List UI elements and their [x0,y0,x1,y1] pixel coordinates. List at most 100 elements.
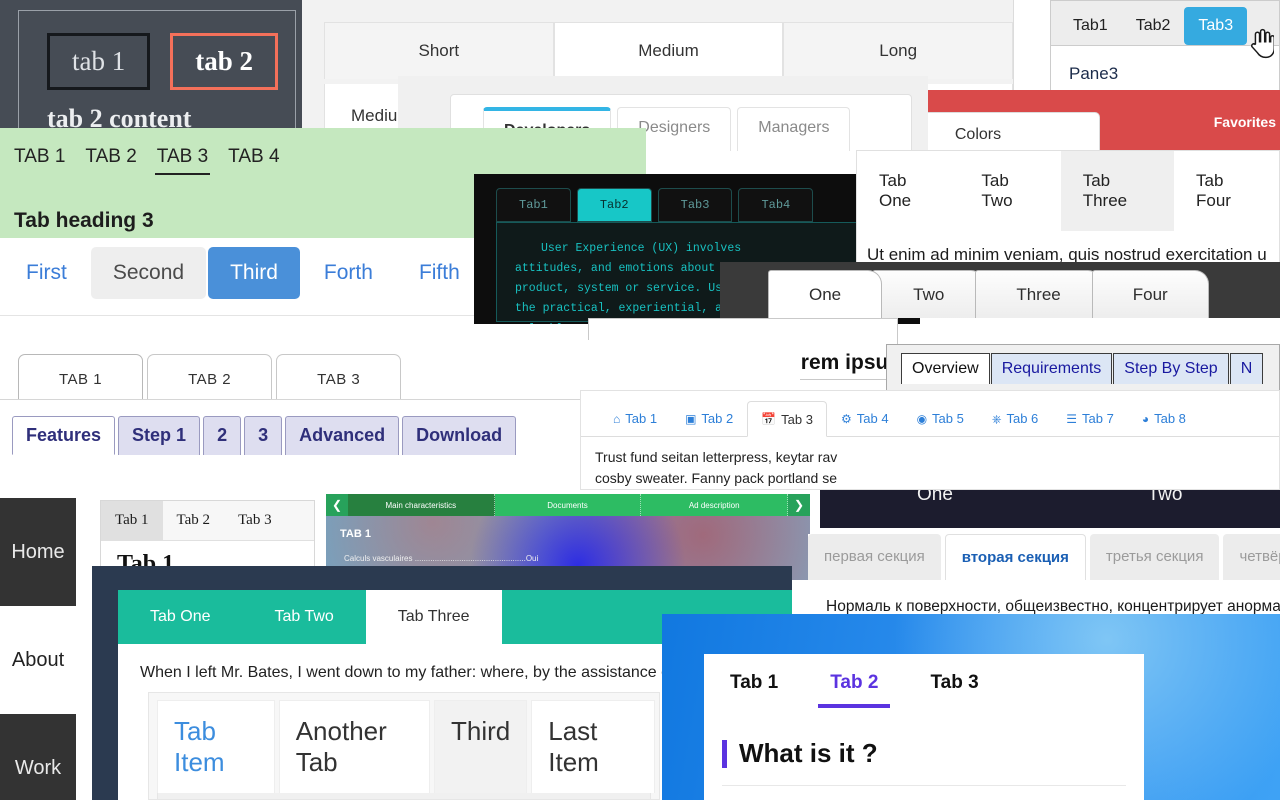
what-is-it-heading-row: What is it ? [704,712,1144,769]
tab-icon-1[interactable]: ⌂ Tab 1 [599,401,671,436]
tab-icon-3[interactable]: 📅 Tab 3 [747,401,827,437]
tab-fifth[interactable]: Fifth [397,247,482,299]
tab-tab-1[interactable]: tab 1 [47,33,151,90]
tab-green-three[interactable]: Tab Three [365,590,502,644]
red-tab-panel: Colors Favorites [928,90,1280,152]
tab-serif-3[interactable]: Tab 3 [224,501,286,540]
overview-tablist: Overview Requirements Step By Step N [887,345,1279,384]
tab-last-item[interactable]: Last Item [531,700,655,793]
chevron-left-icon[interactable]: ❮ [326,494,348,516]
sidebar-item-home[interactable]: Home [0,498,76,606]
tab-tab-2-green[interactable]: TAB 2 [83,144,138,175]
tab-another-tab[interactable]: Another Tab [278,700,430,793]
dark-serif-tablist: tab 1 tab 2 [19,11,295,90]
tab-rounded-3[interactable]: TAB 3 [276,354,402,399]
tab-features[interactable]: Features [12,416,116,455]
tab-russian-4[interactable]: четвёрта [1223,534,1280,580]
tab-icon-4-label: Tab 4 [856,411,889,426]
tab-icon-2[interactable]: ▣ Tab 2 [671,401,747,436]
sidebar-item-work[interactable]: Work [0,714,76,800]
tab-russian-1[interactable]: первая секция [808,534,941,580]
card-divider [722,785,1126,786]
what-is-it-tablist: Tab 1 Tab 2 Tab 3 [704,654,1144,712]
tab-medium[interactable]: Medium [553,22,784,79]
tab-icon-4[interactable]: ⚙ Tab 4 [827,401,903,436]
globe-icon: ◉ [916,411,928,426]
home-icon: ⌂ [613,411,621,426]
tab-green-two[interactable]: Tab Two [242,590,365,644]
tab-tab-four[interactable]: Tab Four [1174,151,1279,231]
sidebar-item-about[interactable]: About [0,606,76,714]
tab-russian-2[interactable]: вторая секция [944,534,1086,580]
tab-tab-4-green[interactable]: TAB 4 [226,144,281,175]
tab-tab-one[interactable]: Tab One [857,151,959,231]
tab-short[interactable]: Short [324,22,554,79]
tab-documents[interactable]: Documents [494,494,642,516]
tab-teal-tab1[interactable]: Tab1 [496,188,571,222]
tab-teal-tab3[interactable]: Tab3 [657,188,733,222]
tab-rounded-1[interactable]: TAB 1 [18,354,144,399]
tab-step-3[interactable]: 3 [244,416,283,455]
tab-forth[interactable]: Forth [302,247,395,299]
tab-step-by-step[interactable]: Step By Step [1113,353,1229,384]
tab-icon-8[interactable]: ◕ Tab 8 [1128,401,1200,436]
heading-accent-bar [722,739,727,768]
tab-overview[interactable]: Overview [901,353,990,384]
carousel-content-heading: TAB 1 [340,528,371,540]
features-tab-panel: Features Step 1 2 3 Advanced Download [0,404,580,470]
tab-step-1[interactable]: Step 1 [118,416,201,455]
tab-serif-1[interactable]: Tab 1 [101,501,163,540]
dark-serif-tab-panel: tab 1 tab 2 tab 2 content [0,0,302,130]
features-tablist: Features Step 1 2 3 Advanced Download [0,404,580,455]
tab-skeuo-one[interactable]: One [768,270,883,318]
tab-green-one[interactable]: Tab One [118,590,242,644]
tab-colors[interactable]: Colors [928,112,1100,152]
tab-tab-3-green[interactable]: TAB 3 [154,144,211,175]
tab-teal-tab4[interactable]: Tab4 [738,188,814,222]
tab-requirements[interactable]: Requirements [990,353,1113,384]
icon-body-line: Trust fund seitan letterpress, keytar ra… [595,449,838,465]
icon-tab-body: Trust fund seitan letterpress, keytar ra… [581,437,1279,489]
tab-tab-2[interactable]: tab 2 [170,33,279,90]
tab-rounded-2[interactable]: TAB 2 [147,354,273,399]
tab-next[interactable]: N [1229,353,1264,384]
tab-icon-7[interactable]: ☰ Tab 7 [1052,401,1128,436]
tab-skeuo-four[interactable]: Four [1091,270,1209,318]
skeuomorphic-tablist: One Two Three Four [720,262,1280,318]
tab-second[interactable]: Second [90,247,207,299]
tab-icon-3-label: Tab 3 [781,411,813,427]
tab-tab1[interactable]: Tab1 [1059,7,1122,45]
tab-download[interactable]: Download [402,416,517,455]
tab-tab-item[interactable]: Tab Item [157,700,275,793]
tab-main-characteristics[interactable]: Main characteristics [348,494,495,516]
tab-third[interactable]: Third [208,247,300,299]
tab-favorites[interactable]: Favorites [1214,114,1276,130]
tab-ad-description[interactable]: Ad description [641,494,789,516]
tab-advanced[interactable]: Advanced [285,416,400,455]
tab-icon-6[interactable]: ⎈ Tab 6 [978,401,1052,436]
tab-serif-2[interactable]: Tab 2 [163,501,225,540]
chevron-right-icon[interactable]: ❯ [788,494,810,516]
tab-first[interactable]: First [4,247,89,299]
tab-icon-5[interactable]: ◉ Tab 5 [903,401,978,436]
tab-tab-three[interactable]: Tab Three [1060,151,1174,231]
tab-skeuo-two[interactable]: Two [872,270,986,318]
tab-step-2[interactable]: 2 [203,416,242,455]
calendar-icon: 📅 [761,412,777,426]
tab-card-2[interactable]: Tab 2 [804,654,904,712]
tab-managers[interactable]: Managers [737,107,851,151]
tab-skeuo-three[interactable]: Three [975,270,1102,318]
tab-tab-1-green[interactable]: TAB 1 [12,144,67,175]
tab-russian-3[interactable]: третья секция [1089,534,1220,580]
tab-third-item[interactable]: Third [434,700,528,793]
tab-tab-two[interactable]: Tab Two [959,151,1060,231]
tab-one-four-tablist: Tab One Tab Two Tab Three Tab Four [857,151,1279,231]
tab-card-3[interactable]: Tab 3 [904,654,1004,712]
tab-teal-tab2[interactable]: Tab2 [576,188,652,222]
tab-long[interactable]: Long [783,22,1013,79]
tab-icon-6-label: Tab 6 [1006,411,1039,426]
tab-tab2[interactable]: Tab2 [1122,7,1185,45]
tab-card-1[interactable]: Tab 1 [704,654,804,712]
tab-tab3[interactable]: Tab3 [1184,7,1248,45]
tab-item-panel: Tab Item Another Tab Third Last Item [148,692,660,800]
